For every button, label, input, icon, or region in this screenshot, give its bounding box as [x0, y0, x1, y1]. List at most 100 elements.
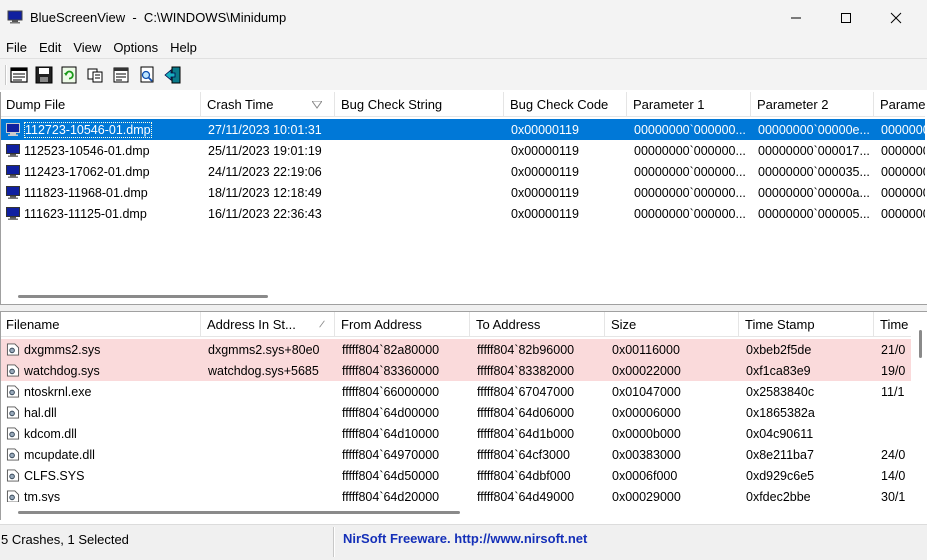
modules-list[interactable]: Filename Address In St... From Address T…	[0, 312, 925, 520]
column-to-address[interactable]: To Address	[471, 312, 605, 337]
vertical-scroll-thumb[interactable]	[919, 330, 922, 358]
filename-cell: dxgmms2.sys	[24, 343, 101, 357]
module-row[interactable]: watchdog.sys watchdog.sys+5685 fffff804`…	[1, 360, 925, 381]
to-address-cell: fffff804`64d1b000	[477, 427, 575, 441]
bottom-vertical-scrollbar[interactable]	[911, 312, 927, 520]
dump-row[interactable]: 112423-17062-01.dmp 24/11/2023 22:19:06 …	[1, 161, 925, 182]
column-filename[interactable]: Filename	[1, 312, 201, 337]
parameter-2-cell: 00000000`000005...	[758, 207, 870, 221]
dump-row[interactable]: 111623-11125-01.dmp 16/11/2023 22:36:43 …	[1, 203, 925, 224]
module-row[interactable]: hal.dll fffff804`64d00000 fffff804`64d06…	[1, 402, 925, 423]
size-cell: 0x01047000	[612, 385, 681, 399]
column-address-in-stack-label: Address In St...	[207, 317, 296, 332]
module-row[interactable]: kdcom.dll fffff804`64d10000 fffff804`64d…	[1, 423, 925, 444]
dump-file-icon	[6, 207, 20, 220]
bug-check-code-cell: 0x00000119	[511, 123, 579, 137]
time-string-cell: 24/0	[881, 448, 906, 462]
column-time-stamp[interactable]: Time Stamp	[740, 312, 874, 337]
save-icon	[35, 66, 53, 84]
module-row[interactable]: mcupdate.dll fffff804`64970000 fffff804`…	[1, 444, 925, 465]
bug-check-string-cell	[337, 140, 505, 161]
column-bug-check-string[interactable]: Bug Check String	[336, 92, 504, 117]
column-bug-check-code[interactable]: Bug Check Code	[505, 92, 627, 117]
pane-splitter[interactable]	[0, 304, 927, 312]
column-crash-time[interactable]: Crash Time	[202, 92, 335, 117]
module-row[interactable]: CLFS.SYS fffff804`64d50000 fffff804`64db…	[1, 465, 925, 486]
dump-row[interactable]: 112723-10546-01.dmp 27/11/2023 10:01:31 …	[1, 119, 925, 140]
dump-file-cell: 111623-11125-01.dmp	[24, 207, 147, 221]
title-bar: BlueScreenView - C:\WINDOWS\Minidump	[0, 0, 927, 36]
column-from-address[interactable]: From Address	[336, 312, 470, 337]
parameter-2-cell: 00000000`000017...	[758, 144, 870, 158]
save-button[interactable]	[33, 64, 55, 86]
address-in-stack-cell	[203, 465, 336, 486]
driver-file-icon	[6, 490, 20, 502]
exit-button[interactable]	[162, 64, 184, 86]
menu-view[interactable]: View	[67, 36, 107, 58]
time-stamp-cell: 0x04c90611	[746, 427, 814, 441]
parameter-1-cell: 00000000`000000...	[634, 207, 746, 221]
bug-check-code-cell: 0x00000119	[511, 207, 579, 221]
module-row[interactable]: dxgmms2.sys dxgmms2.sys+80e0 fffff804`82…	[1, 339, 925, 360]
filename-cell: watchdog.sys	[24, 364, 100, 378]
column-parameter-2[interactable]: Parameter 2	[752, 92, 874, 117]
size-cell: 0x0006f000	[612, 469, 678, 483]
menu-file[interactable]: File	[0, 36, 33, 58]
dump-files-list[interactable]: Dump File Crash Time Bug Check String Bu…	[0, 92, 925, 304]
html-report-button[interactable]	[8, 64, 30, 86]
from-address-cell: fffff804`83360000	[342, 364, 440, 378]
status-bar: 5 Crashes, 1 Selected NirSoft Freeware. …	[0, 524, 927, 560]
refresh-button[interactable]	[58, 64, 80, 86]
column-parameter-3[interactable]: Parame	[875, 92, 925, 117]
modules-list-header: Filename Address In St... From Address T…	[1, 312, 925, 337]
copy-button[interactable]	[84, 64, 106, 86]
find-button[interactable]	[136, 64, 158, 86]
dump-file-icon	[6, 144, 20, 157]
time-stamp-cell: 0x8e211ba7	[746, 448, 814, 462]
size-cell: 0x00116000	[612, 343, 680, 357]
parameter-3-cell: 0000000	[881, 165, 925, 179]
bottom-horizontal-scrollbar[interactable]	[18, 511, 460, 514]
dump-row[interactable]: 111823-11968-01.dmp 18/11/2023 12:18:49 …	[1, 182, 925, 203]
bug-check-code-cell: 0x00000119	[511, 186, 579, 200]
html-report-icon	[10, 67, 28, 83]
menu-help[interactable]: Help	[164, 36, 203, 58]
properties-button[interactable]	[110, 64, 132, 86]
crash-time-cell: 16/11/2023 22:36:43	[208, 207, 322, 221]
close-button[interactable]	[873, 0, 919, 36]
window-title: BlueScreenView - C:\WINDOWS\Minidump	[30, 10, 287, 25]
dump-row[interactable]: 112523-10546-01.dmp 25/11/2023 19:01:19 …	[1, 140, 925, 161]
from-address-cell: fffff804`64d10000	[342, 427, 440, 441]
minimize-button[interactable]	[773, 0, 819, 36]
filename-cell: ntoskrnl.exe	[24, 385, 92, 399]
column-size[interactable]: Size	[606, 312, 739, 337]
top-horizontal-scrollbar[interactable]	[18, 295, 268, 298]
menu-edit[interactable]: Edit	[33, 36, 67, 58]
module-row[interactable]: tm.sys fffff804`64d20000 fffff804`64d490…	[1, 486, 925, 502]
status-crash-count: 5 Crashes, 1 Selected	[1, 532, 129, 547]
time-stamp-cell: 0xf1ca83e9	[746, 364, 811, 378]
column-address-in-stack[interactable]: Address In St...	[202, 312, 335, 337]
maximize-button[interactable]	[823, 0, 869, 36]
nirsoft-link[interactable]: NirSoft Freeware. http://www.nirsoft.net	[343, 531, 587, 546]
app-icon	[7, 10, 23, 24]
toolbar-grip	[5, 65, 7, 85]
from-address-cell: fffff804`66000000	[342, 385, 440, 399]
to-address-cell: fffff804`64d49000	[477, 490, 575, 502]
address-in-stack-cell	[203, 486, 336, 502]
to-address-cell: fffff804`83382000	[477, 364, 575, 378]
size-cell: 0x00006000	[612, 406, 681, 420]
time-stamp-cell: 0x2583840c	[746, 385, 815, 399]
parameter-1-cell: 00000000`000000...	[634, 165, 746, 179]
menu-options[interactable]: Options	[107, 36, 164, 58]
column-dump-file[interactable]: Dump File	[1, 92, 201, 117]
column-parameter-1[interactable]: Parameter 1	[628, 92, 751, 117]
module-row[interactable]: ntoskrnl.exe fffff804`66000000 fffff804`…	[1, 381, 925, 402]
time-string-cell: 30/1	[881, 490, 906, 502]
time-stamp-cell: 0xbeb2f5de	[746, 343, 812, 357]
address-in-stack-cell	[203, 381, 336, 402]
bug-check-string-cell	[337, 182, 505, 203]
time-stamp-cell: 0xfdec2bbe	[746, 490, 811, 502]
bug-check-string-cell	[337, 203, 505, 224]
from-address-cell: fffff804`64d50000	[342, 469, 440, 483]
